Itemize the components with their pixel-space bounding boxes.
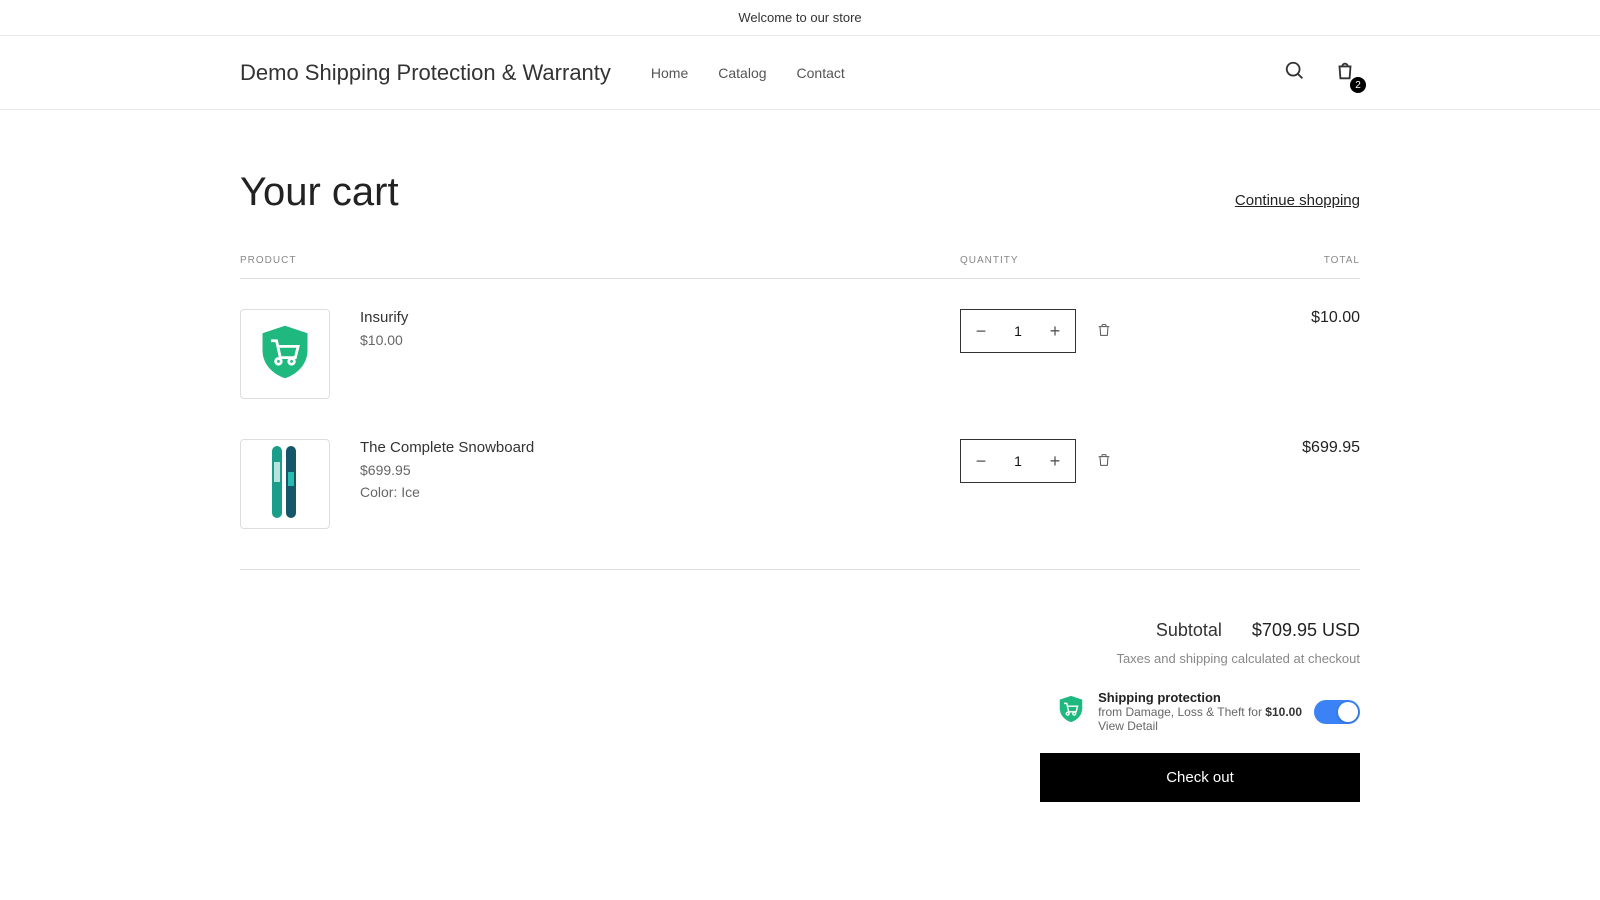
item-unit-price: $699.95 <box>360 462 960 478</box>
site-header: Demo Shipping Protection & Warranty Home… <box>0 36 1600 110</box>
item-image[interactable] <box>240 309 330 399</box>
cart-button[interactable]: 2 <box>1330 56 1360 89</box>
col-total-label: TOTAL <box>1220 255 1360 266</box>
main-nav: Home Catalog Contact <box>651 65 845 81</box>
remove-item-button[interactable] <box>1092 318 1116 345</box>
cart-item: The Complete Snowboard $699.95 Color: Ic… <box>240 439 1360 529</box>
announcement-bar: Welcome to our store <box>0 0 1600 36</box>
nav-catalog[interactable]: Catalog <box>718 65 766 81</box>
subtotal-label: Subtotal <box>1156 620 1222 641</box>
item-line-total: $699.95 <box>1220 439 1360 457</box>
cart-table-header: PRODUCT QUANTITY TOTAL <box>240 255 1360 279</box>
cart-summary: Subtotal $709.95 USD Taxes and shipping … <box>240 620 1360 802</box>
plus-icon: + <box>1050 321 1061 342</box>
nav-contact[interactable]: Contact <box>797 65 845 81</box>
decrease-button[interactable]: − <box>961 310 1001 352</box>
nav-home[interactable]: Home <box>651 65 688 81</box>
shipping-protection-widget: Shipping protection from Damage, Loss & … <box>1056 690 1360 733</box>
item-image[interactable] <box>240 439 330 529</box>
page-title: Your cart <box>240 170 399 215</box>
quantity-value: 1 <box>1001 453 1035 469</box>
decrease-button[interactable]: − <box>961 440 1001 482</box>
checkout-button[interactable]: Check out <box>1040 753 1360 802</box>
search-button[interactable] <box>1280 56 1310 89</box>
item-unit-price: $10.00 <box>360 332 960 348</box>
snowboard-icon <box>260 442 310 527</box>
cart-item: Insurify $10.00 − 1 + $10.00 <box>240 309 1360 399</box>
toggle-knob <box>1338 702 1358 722</box>
trash-icon <box>1096 456 1112 471</box>
item-name[interactable]: The Complete Snowboard <box>360 439 960 456</box>
minus-icon: − <box>976 321 987 342</box>
store-logo[interactable]: Demo Shipping Protection & Warranty <box>240 60 611 86</box>
trash-icon <box>1096 326 1112 341</box>
item-variant: Color: Ice <box>360 484 960 500</box>
protection-title: Shipping protection <box>1098 690 1302 705</box>
plus-icon: + <box>1050 451 1061 472</box>
remove-item-button[interactable] <box>1092 448 1116 475</box>
subtotal-value: $709.95 USD <box>1252 620 1360 641</box>
minus-icon: − <box>976 451 987 472</box>
divider <box>240 569 1360 570</box>
continue-shopping-link[interactable]: Continue shopping <box>1235 192 1360 209</box>
item-name[interactable]: Insurify <box>360 309 960 326</box>
quantity-stepper: − 1 + <box>960 439 1076 483</box>
search-icon <box>1284 70 1306 85</box>
protection-desc: from Damage, Loss & Theft for $10.00 <box>1098 705 1302 719</box>
protection-view-detail[interactable]: View Detail <box>1098 719 1302 733</box>
increase-button[interactable]: + <box>1035 440 1075 482</box>
cart-page: Your cart Continue shopping PRODUCT QUAN… <box>200 110 1400 862</box>
shield-icon <box>1056 694 1086 729</box>
tax-note: Taxes and shipping calculated at checkou… <box>1116 651 1360 666</box>
cart-badge: 2 <box>1350 77 1366 93</box>
increase-button[interactable]: + <box>1035 310 1075 352</box>
quantity-value: 1 <box>1001 323 1035 339</box>
item-line-total: $10.00 <box>1220 309 1360 327</box>
protection-toggle[interactable] <box>1314 700 1360 724</box>
quantity-stepper: − 1 + <box>960 309 1076 353</box>
shield-icon <box>255 322 315 387</box>
col-quantity-label: QUANTITY <box>960 255 1220 266</box>
col-product-label: PRODUCT <box>240 255 960 266</box>
